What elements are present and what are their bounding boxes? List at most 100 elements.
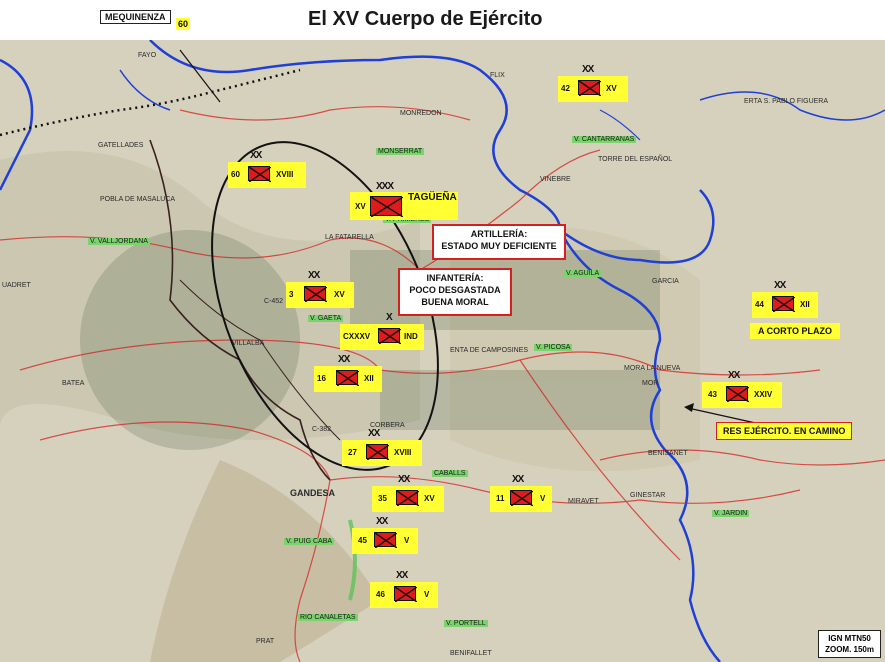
unit-corps: IND — [404, 332, 418, 341]
scale-line1: IGN MTN50 — [828, 634, 871, 643]
unit-corps: XVIII — [394, 448, 412, 457]
place-uadret: UADRET — [2, 282, 31, 289]
unit-42[interactable]: 42 XX XV — [558, 64, 628, 102]
unit-number: 3 — [289, 290, 294, 299]
place-batea: BATEA — [62, 380, 85, 387]
unit-corps: XV — [606, 84, 617, 93]
place-ginestar: GINESTAR — [630, 492, 666, 499]
infantry-note: INFANTERÍA: POCO DESGASTADA BUENA MORAL — [398, 268, 512, 316]
unit-corps: V — [540, 494, 546, 503]
division-symbol-icon — [396, 490, 419, 506]
place-benifallet: BENIFALLET — [450, 650, 492, 657]
division-symbol-icon — [510, 490, 533, 506]
unit-27[interactable]: 27 XX XVIII — [342, 428, 422, 466]
place-mora: MOR — [642, 380, 659, 387]
place-pobla: POBLA DE MASALUCA — [100, 196, 176, 203]
unit-number: CXXXV — [343, 332, 371, 341]
unit-3[interactable]: 3 XX XV — [286, 270, 354, 308]
unit-rank: XX — [308, 270, 320, 281]
unit-rank: XX — [582, 64, 594, 75]
division-symbol-icon — [726, 386, 749, 402]
unit-rank: XX — [396, 570, 408, 581]
infantry-title: INFANTERÍA: — [426, 273, 484, 283]
unit-number: 42 — [561, 84, 570, 93]
place-torre: TORRE DEL ESPAÑOL — [598, 156, 673, 163]
corps-symbol-icon — [370, 196, 403, 217]
reserve-label: RES EJÉRCITO. EN CAMINO — [716, 422, 853, 440]
place-rio-canaletas: RIO CANALETAS — [298, 614, 358, 621]
place-aguila: V. AGUILA — [564, 270, 602, 277]
unit-rank: XX — [728, 370, 740, 381]
unit-rank: X — [386, 312, 393, 323]
place-puig-caba: V. PUIG CABA — [284, 538, 335, 545]
place-garcia: GARCIA — [652, 278, 679, 285]
unit-corps: V — [404, 536, 410, 545]
unit-44[interactable]: 44 XX XII — [752, 280, 818, 318]
unit-45[interactable]: 45 XX V — [352, 516, 418, 554]
division-symbol-icon — [374, 532, 397, 548]
place-c452: C-452 — [264, 298, 284, 305]
unit-rank: XX — [774, 280, 786, 291]
place-miravet: MIRAVET — [568, 498, 599, 505]
mequinenza-text: MEQUINENZA — [105, 12, 166, 22]
place-monredon: MONREDON — [400, 110, 442, 117]
infantry-line2: POCO DESGASTADA — [409, 285, 501, 295]
unit-corps: XVIII — [276, 170, 294, 179]
unit-corps: V — [424, 590, 430, 599]
place-vinebre: VINEBRE — [540, 176, 571, 183]
unit-xv-corps[interactable]: XV XXX TAGÜEÑA — [350, 181, 458, 220]
place-portell: V. PORTELL — [444, 620, 488, 627]
division-symbol-icon — [248, 166, 271, 182]
place-gatelladies: GATELLADES — [98, 142, 144, 149]
place-caballs: CABALLS — [432, 470, 468, 477]
unit-16[interactable]: 16 XX XII — [314, 354, 382, 392]
unit-number: 60 — [231, 170, 240, 179]
unit-rank: XX — [398, 474, 410, 485]
place-gandesa: GANDESA — [290, 488, 336, 498]
unit-rank: XX — [512, 474, 524, 485]
artillery-note: ARTILLERÍA: ESTADO MUY DEFICIENTE — [432, 224, 566, 260]
place-cantarranas: V. CANTARRANAS — [572, 136, 637, 143]
unit-number: 27 — [348, 448, 357, 457]
place-c382: C-382 — [312, 426, 332, 433]
place-flix: FLIX — [490, 72, 505, 79]
title-bar: MEQUINENZA 60 El XV Cuerpo de Ejército — [0, 0, 885, 40]
mequinenza-unit-number: 60 — [176, 18, 191, 30]
unit-corps: XII — [800, 300, 810, 309]
unit-number: 43 — [708, 390, 717, 399]
place-gaeta: V. GAETA — [308, 315, 344, 322]
unit-commander: TAGÜEÑA — [408, 192, 457, 203]
place-jardin: V. JARDIN — [712, 510, 750, 517]
brigade-symbol-icon — [378, 328, 401, 344]
unit-corps: XII — [364, 374, 374, 383]
unit-43[interactable]: 43 XX XXIV — [702, 370, 782, 408]
artillery-text: ESTADO MUY DEFICIENTE — [441, 241, 557, 251]
place-picosa: V. PICOSA — [534, 344, 573, 351]
map-area[interactable]: FAYO FLIX MONREDON GATELLADES MONSERRAT … — [0, 40, 885, 662]
unit-rank: XX — [338, 354, 350, 365]
scale-line2: ZOOM. 150m — [825, 645, 874, 654]
unit-cxxxv[interactable]: CXXXV X IND — [340, 312, 424, 350]
reserve-text: RES EJÉRCITO. EN CAMINO — [723, 426, 846, 436]
division-symbol-icon — [304, 286, 327, 302]
place-fatarella: LA FATARELLA — [325, 234, 374, 241]
unit-number: XV — [355, 202, 366, 211]
unit-rank: XX — [368, 428, 380, 439]
unit-number: 35 — [378, 494, 387, 503]
division-symbol-icon — [578, 80, 601, 96]
place-prat: PRAT — [256, 638, 275, 645]
unit-60[interactable]: 60 XX XVIII — [228, 150, 306, 188]
unit-number: 16 — [317, 374, 326, 383]
unit-rank: XXX — [376, 181, 394, 192]
place-camposines: ENTA DE CAMPOSINES — [450, 347, 529, 354]
place-mora-nueva: MORA LA NUEVA — [624, 365, 681, 372]
short-term-label: A CORTO PLAZO — [750, 323, 840, 339]
map-drawing — [0, 40, 885, 662]
infantry-line3: BUENA MORAL — [421, 297, 489, 307]
unit-11[interactable]: 11 XX V — [490, 474, 552, 512]
artillery-title: ARTILLERÍA: — [470, 229, 528, 239]
unit-35[interactable]: 35 XX XV — [372, 474, 444, 512]
place-villalba: VILLALBA — [232, 340, 265, 347]
unit-46[interactable]: 46 XX V — [370, 570, 438, 608]
scale-box: IGN MTN50 ZOOM. 150m — [818, 630, 881, 658]
